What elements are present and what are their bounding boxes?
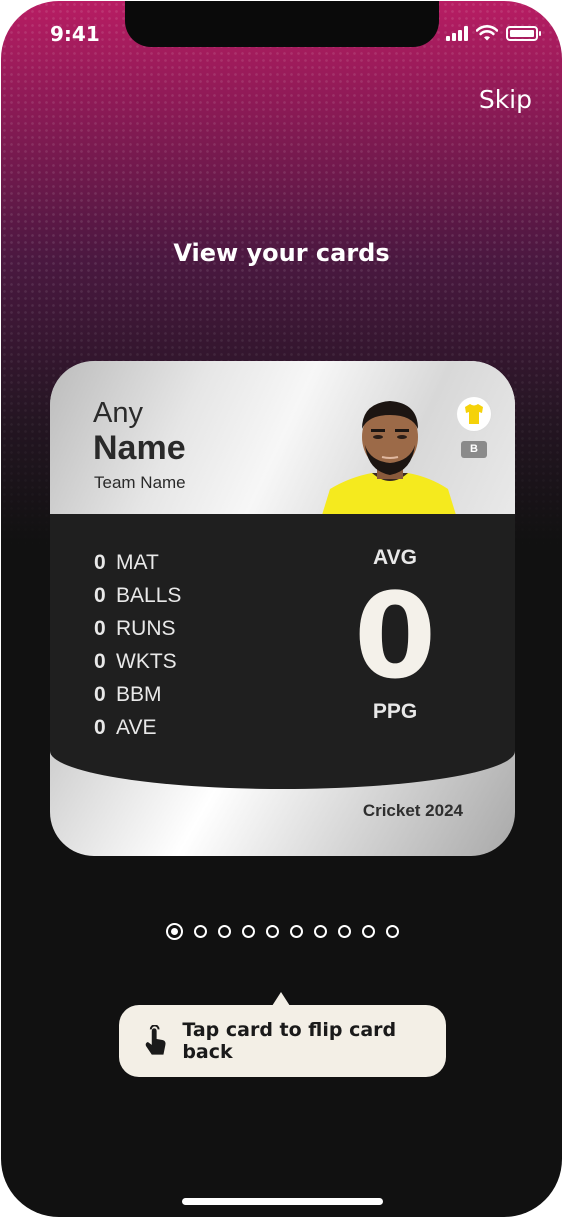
stat-label: AVE <box>116 715 157 739</box>
player-first-name: Any <box>93 397 143 429</box>
card-footer: Cricket 2024 <box>362 801 463 820</box>
jersey-icon <box>465 404 483 424</box>
pager-dot[interactable] <box>242 925 255 938</box>
card-pager <box>1 923 562 940</box>
pager-dot[interactable] <box>266 925 279 938</box>
flip-hint-tooltip: Tap card to flip card back <box>119 1005 446 1077</box>
stat-row: 0 RUNS <box>94 612 181 645</box>
pager-dot[interactable] <box>362 925 375 938</box>
page-title: View your cards <box>173 239 390 267</box>
status-icons <box>446 25 541 41</box>
stat-label: MAT <box>116 550 159 574</box>
phone-screen: 9:41 Skip View your cards Any Name Team … <box>1 1 562 1217</box>
stats-list: 0 MAT 0 BALLS 0 RUNS 0 WKTS 0 BBM 0 AVE <box>94 546 181 744</box>
cellular-signal-icon <box>446 25 468 41</box>
stat-label: BALLS <box>116 583 182 607</box>
stat-label: BBM <box>116 682 162 706</box>
pager-dot[interactable] <box>194 925 207 938</box>
skip-button[interactable]: Skip <box>479 85 532 114</box>
wifi-icon <box>476 25 498 41</box>
pager-dot-active[interactable] <box>166 923 183 940</box>
pager-dot[interactable] <box>290 925 303 938</box>
home-indicator[interactable] <box>182 1198 383 1205</box>
player-card[interactable]: Any Name Team Name B 0 MAT 0 BALLS 0 RUN… <box>50 361 515 856</box>
stat-value: 0 <box>94 550 106 574</box>
player-avatar-icon <box>322 401 456 515</box>
stat-row: 0 WKTS <box>94 645 181 678</box>
tooltip-arrow <box>272 992 290 1006</box>
stat-value: 0 <box>94 682 106 706</box>
stat-label: WKTS <box>116 649 177 673</box>
tooltip-text: Tap card to flip card back <box>182 1019 397 1063</box>
tap-hand-icon <box>145 1025 166 1055</box>
battery-icon <box>506 25 541 41</box>
stat-label: RUNS <box>116 616 176 640</box>
pager-dot[interactable] <box>314 925 327 938</box>
avg-value: 0 <box>353 567 437 705</box>
device-notch <box>125 1 439 47</box>
stat-row: 0 BBM <box>94 678 181 711</box>
pager-dot[interactable] <box>386 925 399 938</box>
pager-dot[interactable] <box>218 925 231 938</box>
team-name: Team Name <box>94 473 186 492</box>
stat-value: 0 <box>94 649 106 673</box>
stat-value: 0 <box>94 715 106 739</box>
grade-badge: B <box>461 441 487 458</box>
stat-row: 0 MAT <box>94 546 181 579</box>
average-block: AVG 0 PPG <box>340 546 450 724</box>
stat-value: 0 <box>94 616 106 640</box>
stat-row: 0 AVE <box>94 711 181 744</box>
status-time: 9:41 <box>50 22 100 46</box>
player-last-name: Name <box>93 429 186 467</box>
stat-value: 0 <box>94 583 106 607</box>
pager-dot[interactable] <box>338 925 351 938</box>
jersey-badge <box>457 397 491 431</box>
stat-row: 0 BALLS <box>94 579 181 612</box>
